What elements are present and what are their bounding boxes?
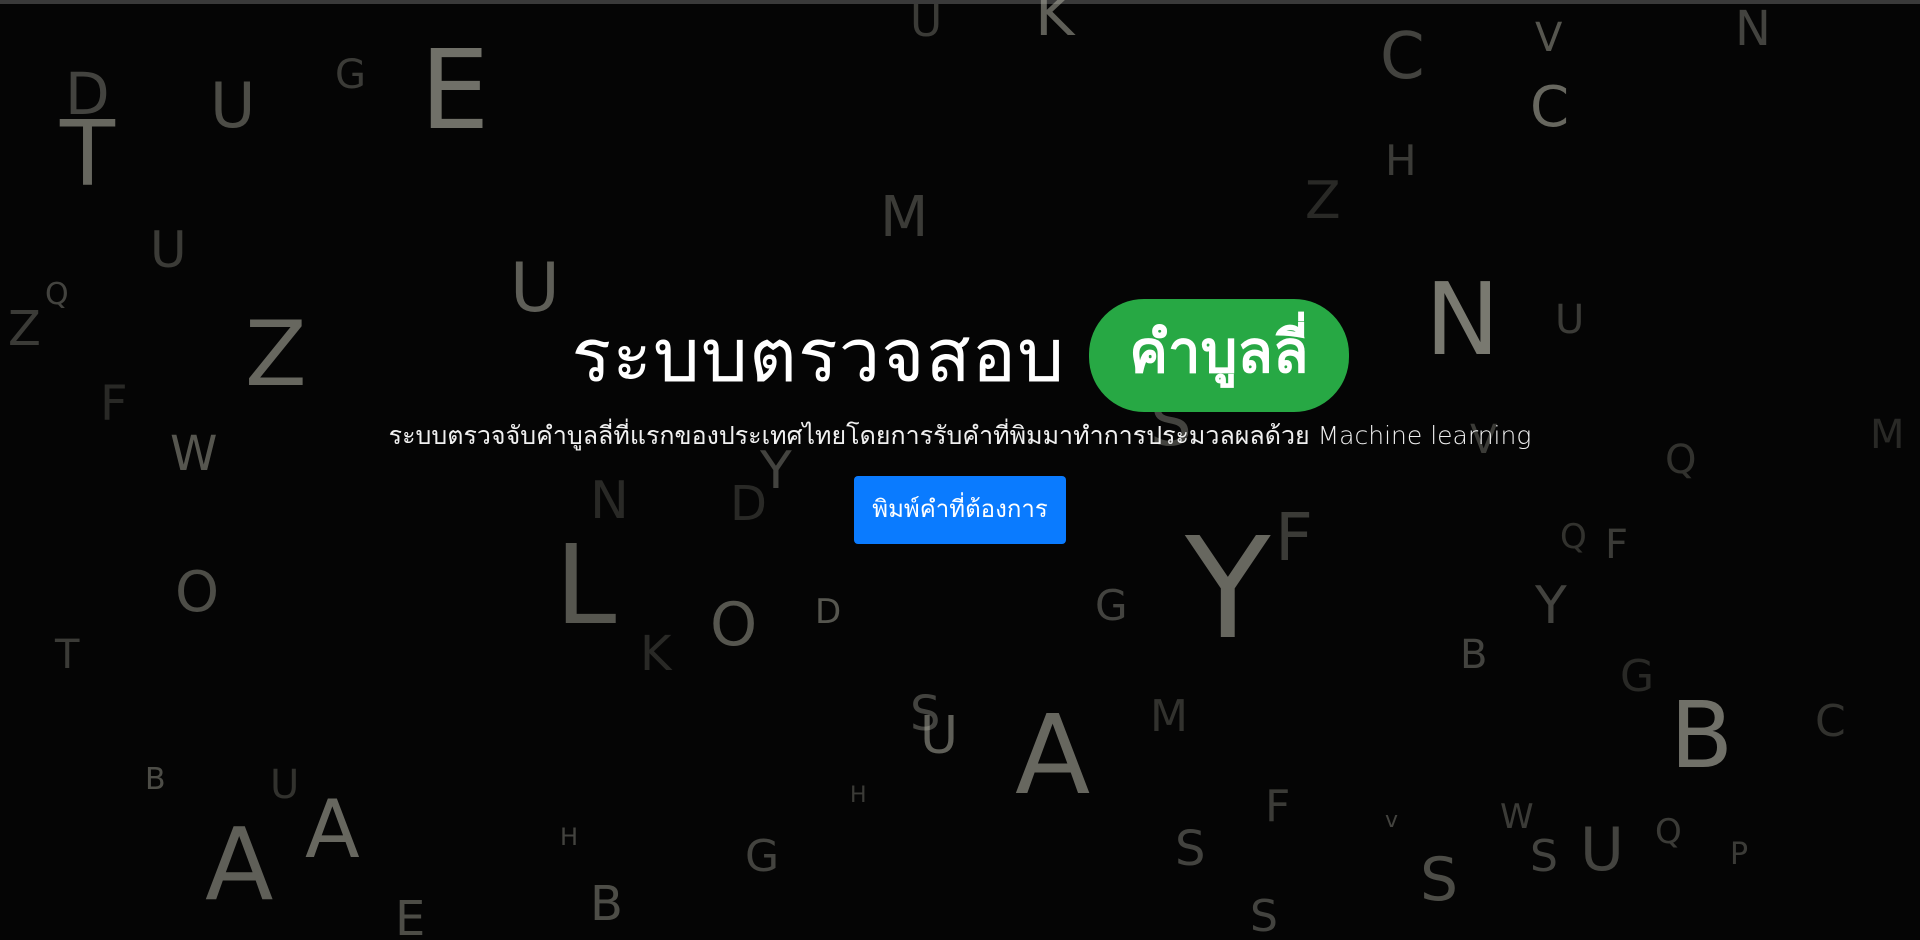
- bg-letter: A: [1015, 691, 1091, 819]
- bg-letter: C: [1815, 696, 1846, 747]
- bg-letter: S: [1530, 831, 1558, 882]
- bg-letter: E: [395, 891, 426, 940]
- bg-letter: S: [1250, 891, 1278, 940]
- bg-letter: v: [1385, 808, 1399, 833]
- bg-letter: U: [150, 221, 187, 279]
- bg-letter: G: [335, 52, 366, 98]
- bg-letter: K: [640, 626, 672, 682]
- bg-letter: U: [210, 69, 256, 142]
- bg-letter: G: [745, 831, 780, 882]
- bg-letter: C: [1380, 20, 1425, 94]
- bg-letter: B: [1460, 632, 1488, 678]
- bg-letter: G: [1095, 581, 1128, 630]
- hero-subtitle: ระบบตรวจจับคำบูลลี่ที่แรกของประเทศไทยโดย…: [388, 421, 1532, 450]
- bg-letter: F: [1265, 781, 1291, 832]
- bg-letter: W: [1500, 797, 1534, 837]
- bg-letter: L: [555, 521, 617, 649]
- bg-letter: U: [270, 762, 300, 808]
- bg-letter: B: [1670, 682, 1734, 789]
- type-word-button[interactable]: พิมพ์คำที่ต้องการ: [854, 476, 1066, 544]
- bg-letter: U: [920, 706, 959, 766]
- bg-letter: M: [1150, 691, 1188, 742]
- bg-letter: C: [1530, 75, 1570, 140]
- bg-letter: K: [1035, 0, 1075, 50]
- bg-letter: S: [1175, 821, 1206, 877]
- bg-letter: U: [1580, 815, 1624, 885]
- bg-letter: U: [910, 0, 943, 47]
- bg-letter: D: [815, 592, 842, 632]
- bg-letter: H: [1385, 136, 1417, 185]
- bg-letter: G: [1620, 651, 1655, 702]
- title-highlight-badge: คำบูลลี่: [1089, 298, 1349, 412]
- bg-letter: Y: [1535, 576, 1567, 636]
- bg-letter: O: [710, 590, 758, 660]
- bg-letter: S: [1420, 845, 1459, 915]
- page-title: ระบบตรวจสอบ: [571, 313, 1066, 399]
- bg-letter: E: [420, 26, 490, 154]
- bg-letter: B: [145, 762, 166, 797]
- bg-letter: T: [60, 102, 115, 207]
- bg-letter: V: [1535, 15, 1563, 61]
- bg-letter: P: [1730, 837, 1749, 872]
- bg-letter: M: [880, 185, 929, 250]
- bg-letter: T: [55, 632, 80, 678]
- bg-letter: Z: [1305, 171, 1341, 231]
- hero-section: ระบบตรวจสอบ คำบูลลี่ ระบบตรวจจับคำบูลลี่…: [0, 298, 1920, 544]
- bg-letter: O: [175, 560, 220, 625]
- hero-title: ระบบตรวจสอบ คำบูลลี่: [0, 298, 1920, 412]
- bg-letter: B: [590, 876, 623, 932]
- bg-letter: H: [560, 823, 579, 851]
- bg-letter: N: [1735, 1, 1771, 57]
- bg-letter: A: [305, 783, 360, 876]
- bg-letter: Q: [1655, 812, 1682, 852]
- bg-letter: A: [205, 806, 274, 923]
- bg-letter: H: [850, 783, 867, 808]
